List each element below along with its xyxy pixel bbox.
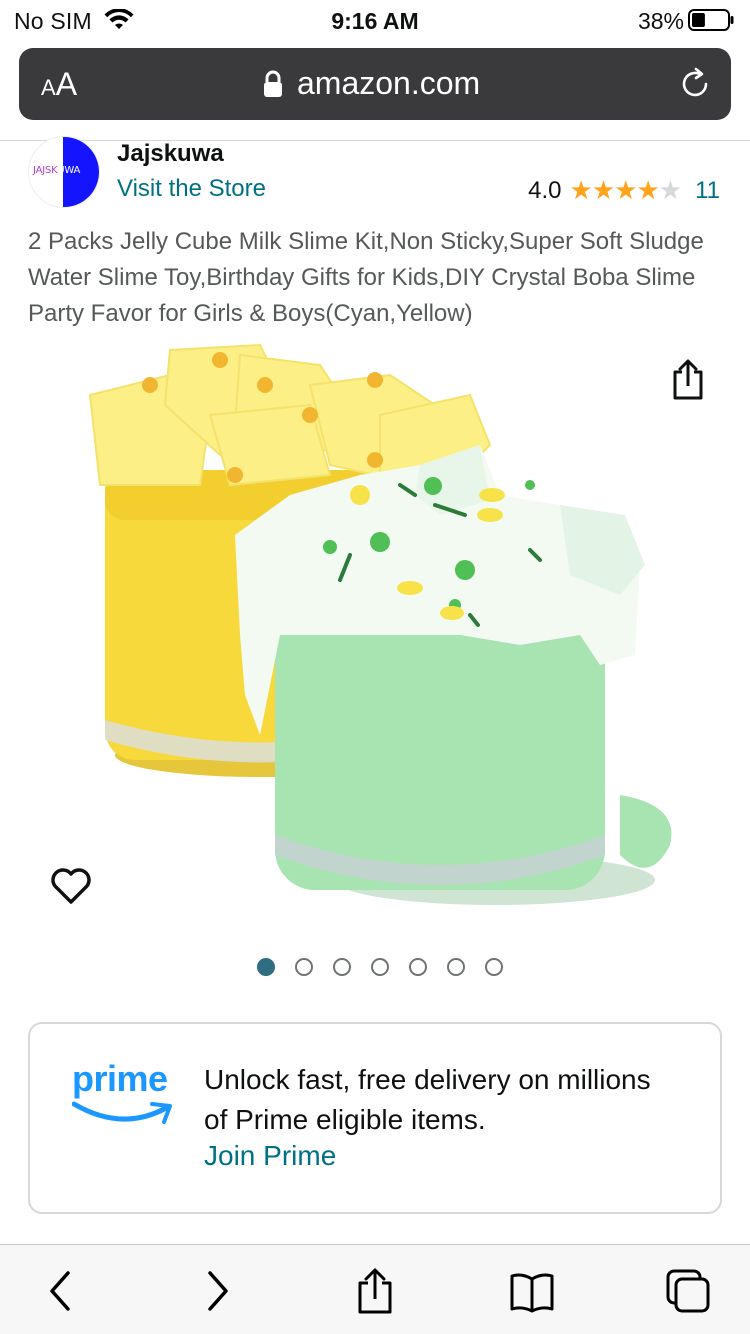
prime-smile-icon bbox=[72, 1101, 172, 1124]
product-title: 2 Packs Jelly Cube Milk Slime Kit,Non St… bbox=[28, 228, 704, 327]
battery-percent: 38% bbox=[637, 8, 684, 34]
carousel-dot[interactable] bbox=[295, 958, 313, 976]
star-rating: ★★★★★ bbox=[569, 175, 683, 206]
product-image[interactable] bbox=[60, 335, 690, 925]
book-icon[interactable] bbox=[508, 1267, 556, 1315]
carousel-dot[interactable] bbox=[257, 958, 275, 976]
star-filled-icon: ★ bbox=[591, 175, 615, 205]
brand-logo[interactable]: JAJSKUWA bbox=[28, 136, 100, 208]
lock-icon bbox=[264, 70, 282, 97]
star-filled-icon: ★ bbox=[569, 175, 593, 205]
heart-icon[interactable] bbox=[50, 866, 92, 906]
carousel-dot[interactable] bbox=[371, 958, 389, 976]
rating-count[interactable]: 11 bbox=[695, 177, 720, 205]
address-bar[interactable]: AA amazon.com bbox=[19, 48, 731, 120]
rating-summary[interactable]: 4.0 ★★★★★ 11 bbox=[528, 175, 720, 206]
carousel-dot[interactable] bbox=[333, 958, 351, 976]
reload-icon[interactable] bbox=[677, 66, 713, 102]
brand-name[interactable]: Jajskuwa bbox=[117, 140, 224, 168]
prime-message: Unlock fast, free delivery on millions o… bbox=[204, 1064, 651, 1135]
prime-promo-card[interactable]: prime Unlock fast, free delivery on mill… bbox=[28, 1022, 722, 1214]
star-filled-icon: ★ bbox=[614, 175, 637, 205]
browser-toolbar bbox=[0, 1244, 750, 1334]
carousel-dot[interactable] bbox=[409, 958, 427, 976]
brand-logo-text: JAJSKUWA bbox=[33, 165, 81, 176]
chevron-right-icon[interactable] bbox=[194, 1267, 242, 1315]
join-prime-link[interactable]: Join Prime bbox=[204, 1140, 336, 1172]
battery-icon bbox=[688, 9, 734, 31]
rating-value: 4.0 bbox=[528, 176, 562, 204]
carousel-dot[interactable] bbox=[447, 958, 465, 976]
star-empty-icon: ★ bbox=[658, 175, 682, 205]
carousel-indicators bbox=[0, 958, 750, 976]
url-text[interactable]: amazon.com bbox=[297, 65, 480, 102]
carousel-dot[interactable] bbox=[485, 958, 503, 976]
tabs-icon[interactable] bbox=[664, 1267, 712, 1315]
visit-store-link[interactable]: Visit the Store bbox=[117, 175, 266, 203]
chevron-left-icon[interactable] bbox=[36, 1267, 84, 1315]
share-icon[interactable] bbox=[351, 1267, 399, 1315]
status-bar: No SIM 9:16 AM 38% bbox=[0, 0, 750, 40]
star-filled-icon: ★ bbox=[636, 175, 659, 205]
header-divider bbox=[0, 140, 750, 141]
text-size-button[interactable]: AA bbox=[41, 66, 77, 103]
prime-logo: prime bbox=[72, 1058, 176, 1128]
share-icon[interactable] bbox=[670, 358, 706, 400]
